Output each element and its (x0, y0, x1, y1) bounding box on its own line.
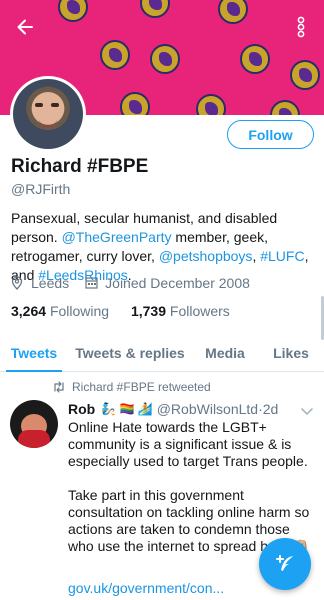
followers-label: Followers (169, 303, 230, 319)
tab-likes[interactable]: Likes (258, 334, 324, 371)
profile-stats: 3,264 Following 1,739 Followers (11, 303, 248, 319)
tweet-header: Rob 🧞 🏳️‍🌈 🏄 @RobWilsonLtd · 2d (68, 401, 278, 417)
tweet-author-handle[interactable]: @RobWilsonLtd (157, 401, 258, 417)
banner-badge-icon (140, 0, 170, 18)
bio-link-petshopboys[interactable]: @petshopboys (159, 248, 253, 264)
profile-meta: Leeds Joined December 2008 (11, 275, 250, 291)
tweet-link[interactable]: gov.uk/government/con... (68, 580, 224, 596)
profile-joined-date: Joined December 2008 (105, 275, 250, 291)
more-options-button[interactable] (284, 10, 318, 44)
following-label: Following (49, 303, 110, 319)
tweet-timestamp: 2d (262, 401, 279, 417)
profile-name: Richard #FBPE (11, 156, 149, 177)
bio-link-greenparty[interactable]: @TheGreenParty (62, 229, 172, 245)
banner-badge-icon (270, 100, 300, 115)
tweet-author-emoji: 🧞 🏳️‍🌈 🏄 (101, 402, 153, 416)
retweet-icon (52, 381, 66, 393)
followers-stat[interactable]: 1,739 Followers (131, 303, 230, 319)
banner-badge-icon (150, 44, 180, 74)
tweet-author-avatar[interactable] (10, 400, 58, 448)
banner-badge-icon (120, 92, 150, 115)
profile-handle: @RJFirth (11, 181, 71, 197)
arrow-left-icon (17, 19, 33, 35)
compose-feather-icon (276, 555, 293, 571)
avatar-photo (13, 79, 83, 149)
tab-tweets[interactable]: Tweets (0, 334, 68, 372)
banner-badge-icon (58, 0, 88, 22)
retweet-indicator: Richard #FBPE retweeted (52, 380, 211, 394)
location-pin-icon (11, 276, 25, 290)
banner-badge-icon (290, 60, 320, 90)
followers-count: 1,739 (130, 303, 167, 319)
tweet-paragraph: Online Hate towards the LGBT+ community … (68, 419, 308, 469)
banner-badge-icon (218, 0, 248, 24)
chevron-down-icon (301, 408, 313, 416)
compose-tweet-button[interactable] (259, 538, 311, 590)
tab-tweets-replies[interactable]: Tweets & replies (68, 334, 192, 371)
profile-tabs: Tweets Tweets & replies Media Likes (0, 334, 324, 372)
bio-hashtag-lufc[interactable]: #LUFC (260, 248, 304, 264)
banner-badge-icon (100, 40, 130, 70)
retweet-text: Richard #FBPE retweeted (72, 380, 211, 394)
back-button[interactable] (8, 10, 42, 44)
profile-bio: Pansexual, secular humanist, and disable… (11, 209, 319, 285)
profile-location: Leeds (31, 275, 70, 291)
banner-badge-icon (240, 44, 270, 74)
profile-avatar[interactable] (10, 76, 86, 152)
following-count: 3,264 (11, 303, 47, 319)
banner-badge-icon (196, 94, 226, 115)
tab-media[interactable]: Media (192, 334, 258, 371)
tweet-author-name[interactable]: Rob (68, 401, 95, 417)
calendar-icon (85, 276, 99, 290)
vertical-dots-icon (297, 16, 305, 38)
follow-button[interactable]: Follow (227, 120, 314, 149)
following-stat[interactable]: 3,264 Following (11, 303, 109, 319)
tweet-menu-button[interactable] (300, 404, 314, 416)
